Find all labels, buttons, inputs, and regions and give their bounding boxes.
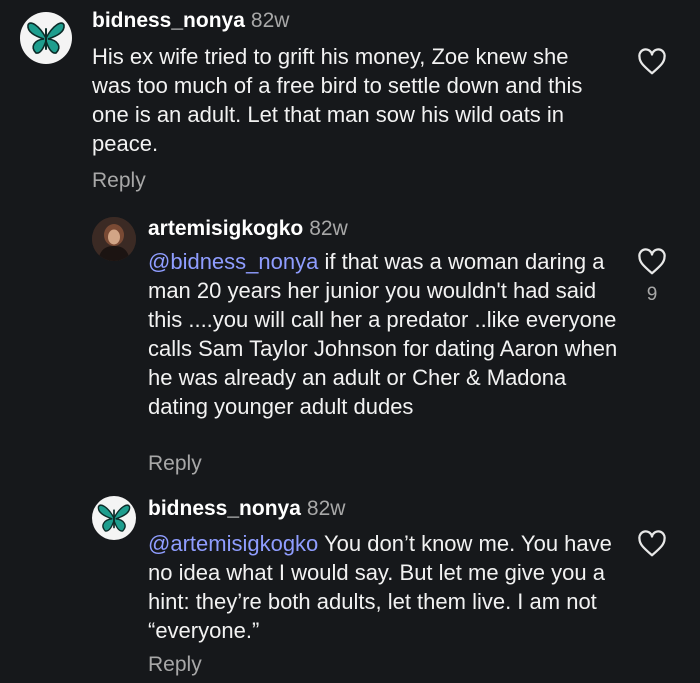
avatar[interactable] <box>92 496 136 540</box>
like-button[interactable] <box>632 48 672 76</box>
timestamp: 82w <box>250 9 290 32</box>
timestamp: 82w <box>309 217 348 240</box>
reply-button[interactable]: Reply <box>148 452 202 476</box>
like-count: 9 <box>646 284 658 305</box>
comment-body: if that was a woman daring a man 20 year… <box>148 249 618 419</box>
butterfly-icon <box>27 22 65 54</box>
heart-icon <box>638 48 666 75</box>
username[interactable]: bidness_nonya <box>148 497 301 520</box>
mention-link[interactable]: @bidness_nonya <box>148 249 318 274</box>
like-button[interactable]: 9 <box>632 248 672 306</box>
butterfly-icon <box>97 504 131 532</box>
username[interactable]: artemisigkogko <box>148 217 303 240</box>
comment-body: His ex wife tried to grift his money, Zo… <box>92 44 583 156</box>
comment-text: His ex wife tried to grift his money, Zo… <box>92 42 612 158</box>
comment-text: @artemisigkogko You don’t know me. You h… <box>148 529 618 645</box>
avatar[interactable] <box>20 12 72 64</box>
timestamp: 82w <box>306 497 346 520</box>
mention-link[interactable]: @artemisigkogko <box>148 531 318 556</box>
username[interactable]: bidness_nonya <box>92 9 245 32</box>
avatar[interactable] <box>92 217 136 261</box>
heart-icon <box>638 530 666 557</box>
reply-button[interactable]: Reply <box>148 653 202 677</box>
reply-button[interactable]: Reply <box>92 169 146 193</box>
heart-icon <box>638 248 666 275</box>
like-button[interactable] <box>632 530 672 558</box>
comment-text: @bidness_nonya if that was a woman darin… <box>148 247 618 421</box>
portrait-icon <box>92 217 136 261</box>
